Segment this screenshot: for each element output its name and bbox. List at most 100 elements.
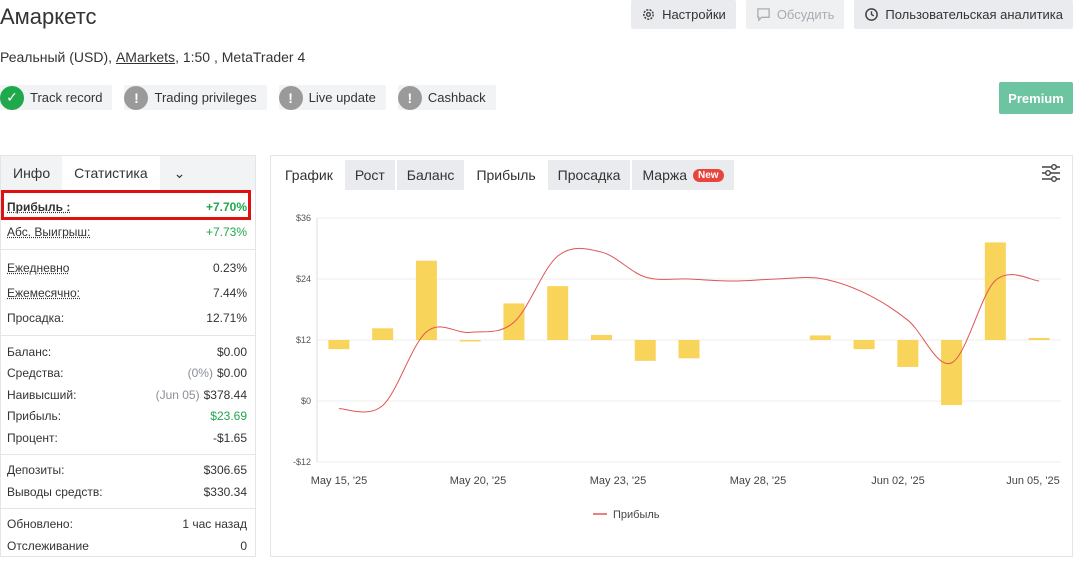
broker-link[interactable]: AMarkets [116, 49, 175, 65]
badge-label: Trading privileges [154, 90, 257, 105]
stat-tracking: Отслеживание 0 [1, 535, 255, 557]
stat-value: 12.71% [206, 310, 247, 325]
stats-rows: Прибыль : +7.70% Абс. Выигрыш: +7.73% Еж… [1, 194, 255, 557]
stat-value: 7.44% [212, 285, 247, 300]
chart-bar [897, 340, 919, 367]
stat-value: (Jun 05) $378.44 [156, 388, 247, 402]
badge-label: Live update [308, 90, 376, 105]
chart-bar [328, 340, 350, 350]
tab-graph[interactable]: График [275, 160, 343, 190]
stat-key: Депозиты: [7, 463, 65, 478]
profit-chart: $36 $24 $12 $0 -$12May 15, '25 May 20, '25 May… [293, 213, 1061, 521]
stat-key: Средства: [7, 366, 64, 381]
y-tick-label: $0 [301, 396, 311, 406]
chart-bar [590, 334, 612, 340]
stats-tabs: Инфо Статистика ⌄ [1, 156, 255, 190]
y-tick-label: $36 [296, 213, 311, 223]
chart-bar [372, 328, 394, 340]
badge-cashback[interactable]: ! Cashback [397, 85, 496, 110]
settings-button[interactable]: Настройки [631, 0, 736, 29]
stat-withdrawals: Выводы средств: $330.34 [1, 481, 255, 503]
discuss-button-label: Обсудить [776, 7, 835, 22]
badge-label: Track record [30, 90, 103, 105]
divider [1, 507, 255, 509]
stat-profit-abs: Прибыль: $23.69 [1, 406, 255, 428]
stat-value: 1 час назад [182, 517, 247, 532]
tab-growth[interactable]: Рост [344, 160, 395, 190]
chart-bar [809, 335, 831, 340]
stat-interest: Процент: -$1.65 [1, 427, 255, 449]
clock-icon [865, 8, 879, 21]
profit-highlight-box [1, 190, 251, 220]
premium-button[interactable]: Premium [999, 82, 1073, 114]
badge-live-update[interactable]: ! Live update [278, 85, 386, 110]
y-tick-label: $12 [296, 335, 311, 345]
chart-bar [1028, 337, 1050, 340]
new-badge: New [693, 168, 724, 182]
stat-key: Прибыль: [7, 409, 62, 424]
tab-profit[interactable]: Прибыль [466, 160, 546, 190]
chat-icon [757, 8, 770, 22]
stat-key[interactable]: Абс. Выигрыш: [7, 225, 90, 239]
stat-value: +7.73% [205, 224, 247, 239]
top-toolbar: Настройки Обсудить Пользовательская анал… [631, 0, 1073, 29]
stat-value: -$1.65 [212, 430, 247, 445]
stat-muted: (Jun 05) [155, 387, 200, 402]
stat-muted: (0%) [187, 366, 213, 381]
x-tick-label: May 28, '25 [730, 475, 787, 487]
subtitle-suffix: , 1:50 , MetaTrader 4 [175, 49, 306, 65]
exclamation-icon: ! [124, 85, 149, 110]
tab-statistics[interactable]: Статистика [62, 156, 160, 190]
x-tick-label: May 23, '25 [590, 475, 647, 487]
x-tick-label: May 15, '25 [311, 475, 368, 487]
x-tick-label: May 20, '25 [450, 475, 507, 487]
stat-key: Отслеживание [7, 538, 89, 553]
stat-key: Просадка: [7, 310, 65, 325]
account-title: Амаркетс [0, 4, 97, 29]
chart-settings-icon[interactable] [1040, 162, 1062, 184]
tab-margin-label: Маржа [642, 167, 688, 183]
exclamation-icon: ! [278, 85, 303, 110]
profit-line [338, 247, 1040, 413]
stat-value: 0.23% [212, 260, 247, 275]
y-tick-label: -$12 [293, 457, 311, 467]
custom-analytics-button[interactable]: Пользовательская аналитика [854, 0, 1073, 29]
stat-drawdown: Просадка: 12.71% [1, 305, 255, 330]
badge-track-record[interactable]: ✓ Track record [0, 85, 113, 110]
stat-value: $23.69 [210, 409, 247, 424]
chart-bar [547, 286, 569, 340]
stat-updated: Обновлено: 1 час назад [1, 514, 255, 536]
stat-key: Баланс: [7, 344, 52, 359]
check-icon: ✓ [0, 85, 24, 110]
stat-key: Выводы средств: [7, 484, 103, 499]
exclamation-icon: ! [397, 85, 422, 110]
stat-monthly: Ежемесячно: 7.44% [1, 280, 255, 305]
tab-margin[interactable]: Маржа New [632, 160, 734, 190]
stat-key: Процент: [7, 430, 58, 445]
chart-panel: График Рост Баланс Прибыль Просадка Марж… [270, 155, 1073, 557]
tab-info[interactable]: Инфо [1, 156, 62, 190]
stat-amount: $0.00 [216, 366, 247, 381]
stat-value: $330.34 [203, 484, 247, 499]
badge-row: ✓ Track record ! Trading privileges ! Li… [0, 85, 496, 110]
tab-balance[interactable]: Баланс [396, 160, 465, 190]
stat-daily: Ежедневно 0.23% [1, 255, 255, 280]
discuss-button[interactable]: Обсудить [745, 0, 845, 29]
chart-bar [941, 340, 963, 406]
chevron-down-icon[interactable]: ⌄ [160, 156, 200, 190]
legend-label: Прибыль [613, 509, 660, 521]
stat-key: Обновлено: [7, 517, 73, 532]
stat-key: Наивысший: [7, 387, 77, 402]
stat-value: (0%) $0.00 [188, 366, 247, 380]
badge-label: Cashback [427, 90, 486, 105]
stat-key[interactable]: Ежедневно [7, 261, 69, 275]
y-tick-label: $24 [296, 274, 311, 284]
account-subtitle: Реальный (USD), AMarkets, 1:50 , MetaTra… [0, 49, 305, 65]
badge-trading-privileges[interactable]: ! Trading privileges [124, 85, 267, 110]
stat-key[interactable]: Ежемесячно: [7, 286, 80, 300]
stat-value: $306.65 [203, 463, 247, 478]
custom-analytics-button-label: Пользовательская аналитика [885, 7, 1063, 22]
stat-balance: Баланс: $0.00 [1, 341, 255, 363]
tab-drawdown[interactable]: Просадка [547, 160, 631, 190]
stats-panel: Инфо Статистика ⌄ Прибыль : +7.70% Абс. … [0, 155, 256, 557]
